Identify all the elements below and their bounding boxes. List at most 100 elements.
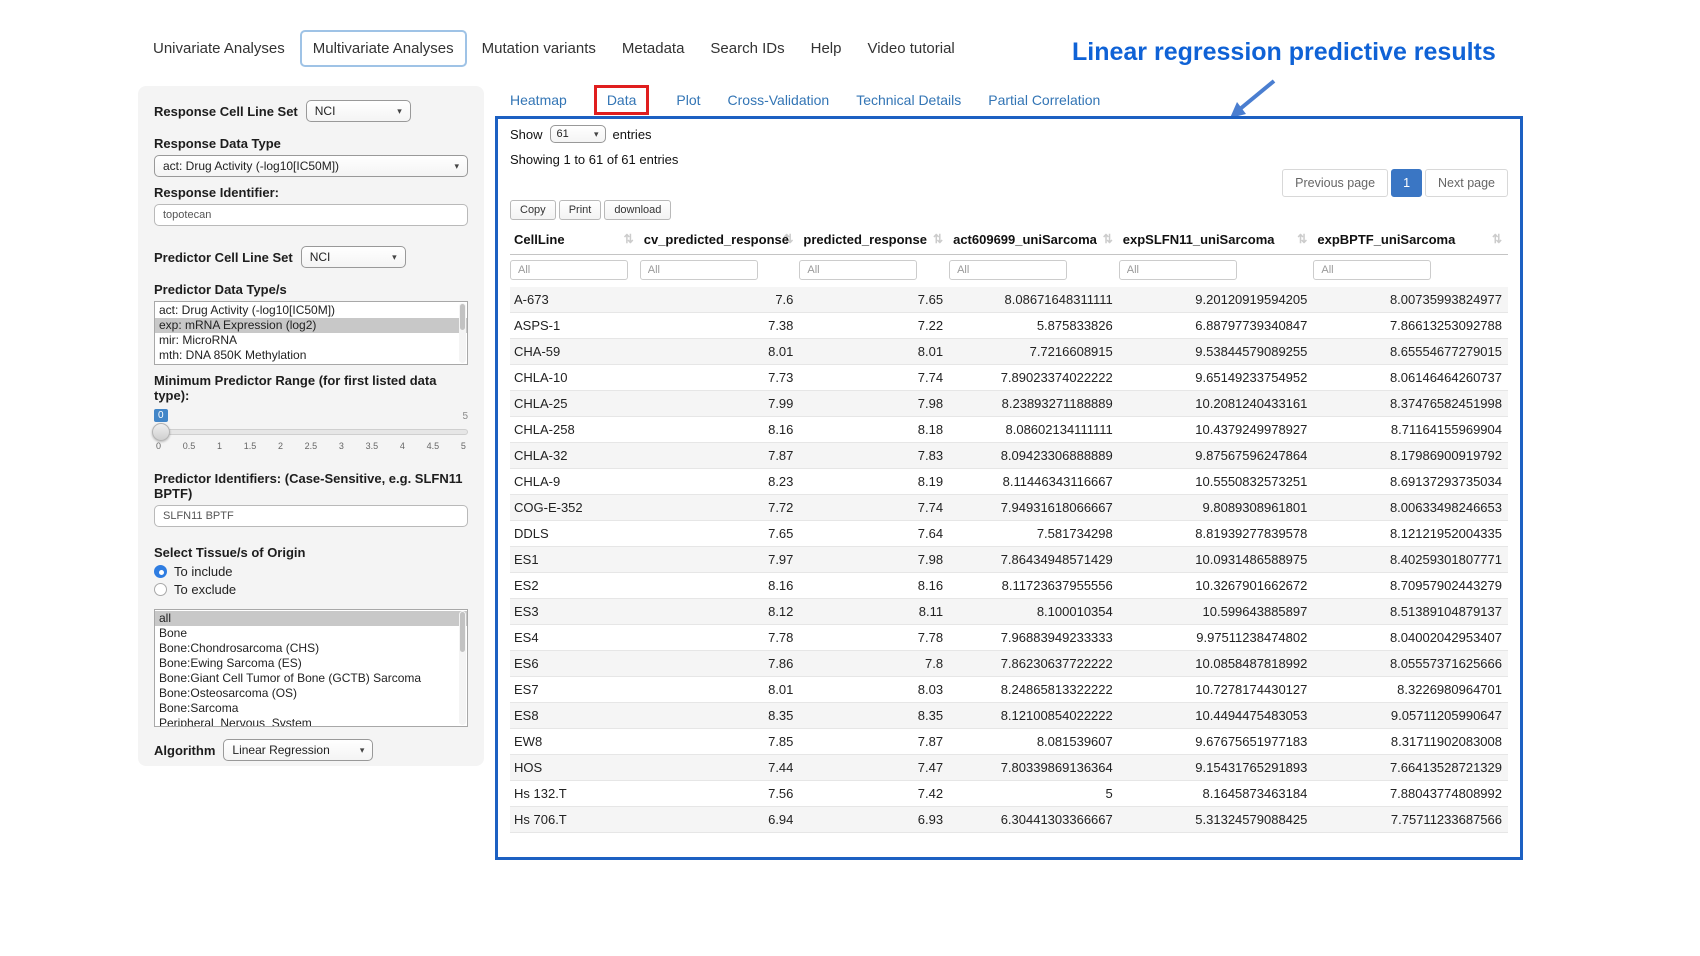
show-entries-suffix: entries <box>613 127 652 142</box>
table-row: Hs 132.T7.567.4258.16458734631847.880437… <box>510 781 1508 807</box>
predictor-option-mir-microrna[interactable]: mir: MicroRNA <box>155 333 467 348</box>
filter-input-expslfn11-unisarcoma[interactable] <box>1119 260 1237 280</box>
column-header-expbptf-unisarcoma[interactable]: ⇅expBPTF_uniSarcoma <box>1313 224 1508 255</box>
tissue-option-bone-ewing-sarcoma-es[interactable]: Bone:Ewing Sarcoma (ES) <box>155 656 467 671</box>
select-value: 61 <box>557 128 569 140</box>
column-header-predicted-response[interactable]: ⇅predicted_response <box>799 224 949 255</box>
filter-input-expbptf-unisarcoma[interactable] <box>1313 260 1431 280</box>
tissue-option-bone-giant-cell-tumor-of-bone-gctb-sarcoma[interactable]: Bone:Giant Cell Tumor of Bone (GCTB) Sar… <box>155 671 467 686</box>
cellline-cell: ES8 <box>510 703 640 729</box>
value-cell: 9.87567596247864 <box>1119 443 1314 469</box>
tab-plot[interactable]: Plot <box>676 92 700 108</box>
table-body: A-6737.67.658.086716483111119.2012091959… <box>510 287 1508 833</box>
scrollbar[interactable] <box>459 611 466 725</box>
tab-partial-correlation[interactable]: Partial Correlation <box>988 92 1100 108</box>
tissue-option-peripheral-nervous-system[interactable]: Peripheral_Nervous_System <box>155 716 467 727</box>
sort-icon[interactable]: ⇅ <box>1103 232 1113 246</box>
navbar: Univariate AnalysesMultivariate Analyses… <box>142 30 966 67</box>
tab-heatmap[interactable]: Heatmap <box>510 92 567 108</box>
column-header-cv-predicted-response[interactable]: ⇅cv_predicted_response <box>640 224 800 255</box>
tissue-include-radio[interactable]: To include <box>154 564 468 579</box>
current-page-button[interactable]: 1 <box>1391 169 1422 197</box>
filter-cell <box>949 255 1119 288</box>
sort-icon[interactable]: ⇅ <box>1492 232 1502 246</box>
nav-tab-multivariate-analyses[interactable]: Multivariate Analyses <box>300 30 467 67</box>
nav-tab-help[interactable]: Help <box>800 32 853 65</box>
next-page-button[interactable]: Next page <box>1425 169 1508 197</box>
filter-input-predicted-response[interactable] <box>799 260 917 280</box>
results-panel: Show 61 ▾ entries Showing 1 to 61 of 61 … <box>495 116 1523 860</box>
cellline-cell: CHA-59 <box>510 339 640 365</box>
cellline-cell: ES3 <box>510 599 640 625</box>
value-cell: 10.7278174430127 <box>1119 677 1314 703</box>
nav-tab-search-ids[interactable]: Search IDs <box>699 32 795 65</box>
tab-technical-details[interactable]: Technical Details <box>856 92 961 108</box>
column-label: CellLine <box>514 232 565 247</box>
sort-icon[interactable]: ⇅ <box>1297 232 1307 246</box>
column-header-expslfn11-unisarcoma[interactable]: ⇅expSLFN11_uniSarcoma <box>1119 224 1314 255</box>
sort-icon[interactable]: ⇅ <box>624 232 634 246</box>
table-row: CHLA-107.737.747.890233740222229.6514923… <box>510 365 1508 391</box>
tissue-option-bone-sarcoma[interactable]: Bone:Sarcoma <box>155 701 467 716</box>
filter-input-cv-predicted-response[interactable] <box>640 260 758 280</box>
select-value: NCI <box>315 104 336 118</box>
value-cell: 9.05711205990647 <box>1313 703 1508 729</box>
cellline-cell: CHLA-25 <box>510 391 640 417</box>
nav-tab-metadata[interactable]: Metadata <box>611 32 696 65</box>
previous-page-button[interactable]: Previous page <box>1282 169 1388 197</box>
value-cell: 8.05557371625666 <box>1313 651 1508 677</box>
min-predictor-range-slider: 0 5 00.511.522.533.544.55 <box>154 409 468 461</box>
predictor-identifiers-input[interactable] <box>154 505 468 527</box>
nav-tab-mutation-variants[interactable]: Mutation variants <box>471 32 607 65</box>
predictor-cell-line-set-select[interactable]: NCI ▾ <box>301 246 406 268</box>
response-identifier-input[interactable] <box>154 204 468 226</box>
value-cell: 7.42 <box>799 781 949 807</box>
table-row: ES67.867.87.8623063772222210.08584878189… <box>510 651 1508 677</box>
scrollbar[interactable] <box>459 303 466 363</box>
predictor-option-mth-dna-850k-methylation[interactable]: mth: DNA 850K Methylation <box>155 348 467 363</box>
column-header-cellline[interactable]: ⇅ CellLine <box>510 224 640 255</box>
chevron-down-icon: ▾ <box>392 252 397 263</box>
tissue-option-bone-osteosarcoma-os[interactable]: Bone:Osteosarcoma (OS) <box>155 686 467 701</box>
response-data-type-select[interactable]: act: Drug Activity (-log10[IC50M]) ▾ <box>154 155 468 177</box>
value-cell: 7.581734298 <box>949 521 1119 547</box>
slider-handle[interactable] <box>152 423 170 441</box>
nav-tab-video-tutorial[interactable]: Video tutorial <box>856 32 965 65</box>
nav-tab-univariate-analyses[interactable]: Univariate Analyses <box>142 32 296 65</box>
predictor-option-exp-mrna-expression-log2[interactable]: exp: mRNA Expression (log2) <box>155 318 467 333</box>
download-button[interactable]: download <box>604 200 671 220</box>
filter-input-cellline[interactable] <box>510 260 628 280</box>
cellline-cell: ES1 <box>510 547 640 573</box>
tissue-exclude-radio[interactable]: To exclude <box>154 582 468 597</box>
value-cell: 7.64 <box>799 521 949 547</box>
value-cell: 6.93 <box>799 807 949 833</box>
algorithm-select[interactable]: Linear Regression ▾ <box>223 739 373 761</box>
tissue-origin-label: Select Tissue/s of Origin <box>154 545 468 560</box>
value-cell: 7.80339869136364 <box>949 755 1119 781</box>
filter-input-act609699-unisarcoma[interactable] <box>949 260 1067 280</box>
tissue-option-all[interactable]: all <box>155 611 467 626</box>
slider-tick-label: 1.5 <box>244 441 257 451</box>
tissue-option-bone-chondrosarcoma-chs[interactable]: Bone:Chondrosarcoma (CHS) <box>155 641 467 656</box>
tab-cross-validation[interactable]: Cross-Validation <box>728 92 830 108</box>
value-cell: 8.08602134111111 <box>949 417 1119 443</box>
value-cell: 7.72 <box>640 495 800 521</box>
print-button[interactable]: Print <box>559 200 602 220</box>
predictor-option-act-drug-activity-log10-ic50m[interactable]: act: Drug Activity (-log10[IC50M]) <box>155 303 467 318</box>
annotation-title: Linear regression predictive results <box>1072 38 1496 67</box>
column-header-act609699-unisarcoma[interactable]: ⇅act609699_uniSarcoma <box>949 224 1119 255</box>
copy-button[interactable]: Copy <box>510 200 556 220</box>
value-cell: 8.11 <box>799 599 949 625</box>
cellline-cell: ES7 <box>510 677 640 703</box>
show-entries-select[interactable]: 61 ▾ <box>550 125 606 143</box>
value-cell: 7.78 <box>799 625 949 651</box>
response-cell-line-set-select[interactable]: NCI ▾ <box>306 100 411 122</box>
slider-track[interactable] <box>154 429 468 435</box>
tissue-option-bone[interactable]: Bone <box>155 626 467 641</box>
sort-icon[interactable]: ⇅ <box>933 232 943 246</box>
value-cell: 8.37476582451998 <box>1313 391 1508 417</box>
tab-data[interactable]: Data <box>594 85 650 115</box>
cellline-cell: Hs 706.T <box>510 807 640 833</box>
cellline-cell: EW8 <box>510 729 640 755</box>
chevron-down-icon: ▾ <box>397 106 402 117</box>
